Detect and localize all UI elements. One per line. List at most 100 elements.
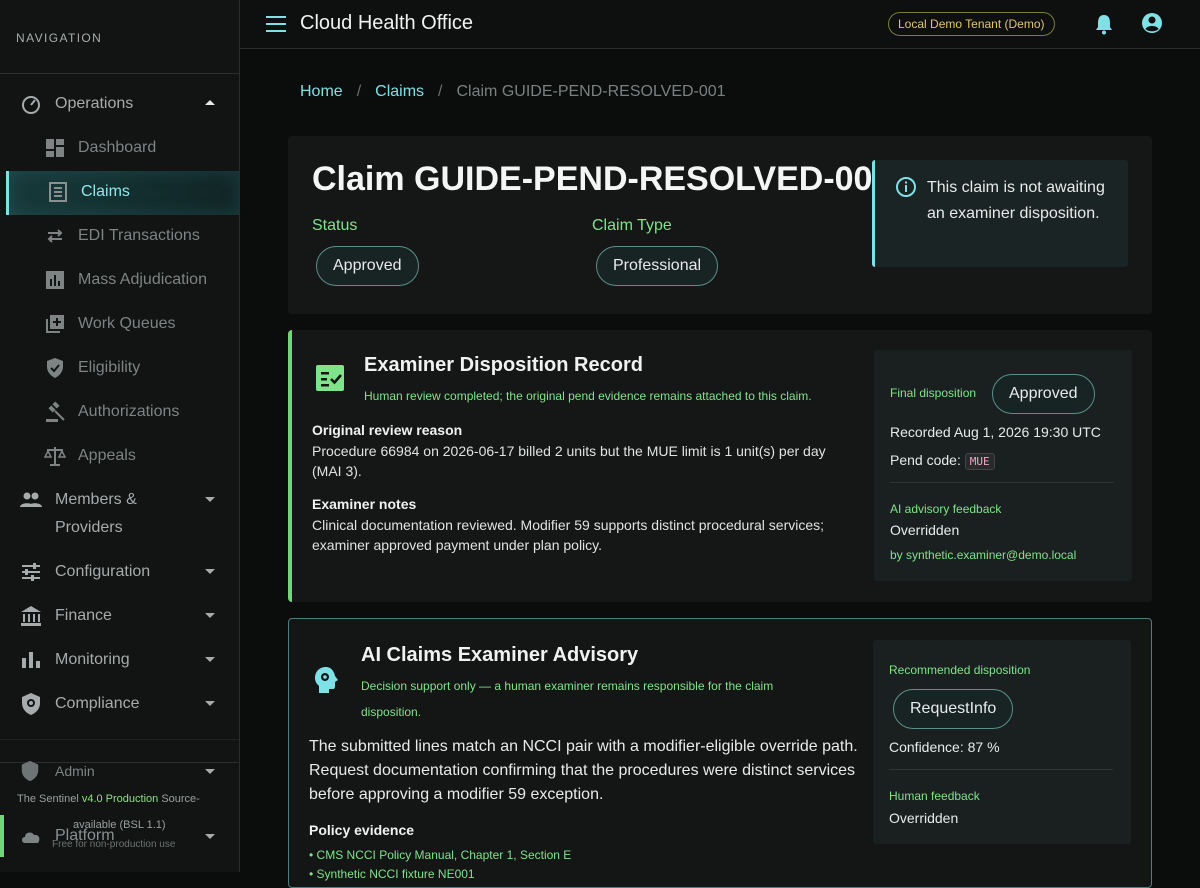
breadcrumb-separator: / [438, 83, 443, 100]
recorded-time: Recorded Aug 1, 2026 19:30 UTC [890, 424, 1101, 440]
notes-label: Examiner notes [312, 496, 417, 512]
sidebar-item-label: EDI Transactions [78, 227, 200, 244]
divider [0, 739, 239, 740]
cloud-icon [22, 832, 40, 843]
status-label: Status [312, 217, 358, 234]
human-feedback-value: Overridden [889, 810, 959, 826]
examiner-disposition-card: Examiner Disposition Record Human review… [288, 330, 1152, 602]
admin-shield-icon [21, 760, 39, 782]
sidebar-item-edi[interactable]: EDI Transactions [6, 215, 239, 259]
claim-header-card: Claim GUIDE-PEND-RESOLVED-001 Status App… [288, 136, 1152, 314]
sidebar: NAVIGATION Operations Dashboard Claims E… [0, 0, 240, 872]
sidebar-item-label: Eligibility [78, 359, 141, 376]
nav-group-label: Admin [55, 763, 95, 779]
top-app-bar: Cloud Health Office Local Demo Tenant (D… [240, 0, 1200, 49]
queue-add-icon [46, 315, 64, 333]
bar-chart-icon [46, 271, 64, 289]
chevron-up-icon [205, 100, 215, 105]
shield-search-icon [22, 693, 40, 715]
sidebar-item-appeals[interactable]: Appeals [6, 435, 239, 479]
menu-icon[interactable] [266, 16, 286, 32]
account-icon[interactable] [1141, 12, 1163, 34]
reason-text: Procedure 66984 on 2026-06-17 billed 2 u… [312, 443, 826, 479]
chevron-down-icon [205, 569, 215, 574]
recommended-label: Recommended disposition [889, 663, 1031, 677]
section-title: Examiner Disposition Record [364, 354, 643, 376]
breadcrumb-separator: / [356, 83, 362, 100]
nav-title: NAVIGATION [16, 31, 103, 45]
nav-group-label: Monitoring [55, 651, 130, 668]
chevron-down-icon [205, 497, 215, 502]
recommendation-panel: Recommended disposition RequestInfo Conf… [873, 640, 1131, 844]
policy-evidence-item[interactable]: • CMS NCCI Policy Manual, Chapter 1, Sec… [309, 847, 571, 863]
version-prefix: The Sentinel [17, 793, 82, 805]
nav-group-operations[interactable]: Operations [0, 90, 239, 120]
nav-group-compliance[interactable]: Compliance [0, 690, 239, 720]
sidebar-item-work-queues[interactable]: Work Queues [6, 303, 239, 347]
tenant-badge[interactable]: Local Demo Tenant (Demo) [888, 12, 1055, 36]
nav-group-label: Operations [55, 95, 134, 112]
recommended-chip: RequestInfo [893, 689, 1014, 729]
disposition-summary-panel: Final disposition Approved Recorded Aug … [874, 350, 1132, 581]
sidebar-item-eligibility[interactable]: Eligibility [6, 347, 239, 391]
reason-label: Original review reason [312, 422, 463, 438]
breadcrumb-claims[interactable]: Claims [375, 83, 424, 101]
swap-icon [47, 229, 63, 243]
chevron-down-icon [205, 701, 215, 706]
nav-group-monitoring[interactable]: Monitoring [0, 646, 239, 676]
section-title: AI Claims Examiner Advisory [361, 644, 639, 666]
sidebar-item-label: Authorizations [78, 403, 180, 420]
bars-icon [22, 652, 40, 668]
chevron-down-icon [205, 769, 215, 774]
pend-code-badge: MUE [964, 452, 995, 470]
policy-evidence-item[interactable]: • Synthetic NCCI fixture NE001 [309, 866, 475, 882]
ai-feedback-value: Overridden [890, 522, 960, 538]
bell-icon[interactable] [1094, 13, 1114, 35]
status-chip: Approved [316, 246, 419, 286]
nav-group-label: Compliance [55, 695, 140, 712]
pend-code-label: Pend code: [890, 452, 961, 468]
info-alert: This claim is not awaiting an examiner d… [872, 160, 1128, 267]
people-icon [20, 492, 42, 507]
sidebar-item-dashboard[interactable]: Dashboard [6, 127, 239, 171]
nav-group-admin[interactable]: Admin [0, 760, 239, 788]
sidebar-item-label: Appeals [78, 447, 136, 464]
shield-check-icon [47, 358, 63, 378]
divider [890, 482, 1114, 483]
nav-group-label-2: Providers [55, 519, 123, 536]
nav-group-label: Configuration [55, 563, 151, 580]
checklist-icon [316, 365, 344, 391]
sidebar-item-claims[interactable]: Claims [6, 171, 239, 215]
breadcrumb-current: Claim GUIDE-PEND-RESOLVED-001 [456, 83, 726, 100]
gavel-icon [46, 401, 65, 422]
notes-text: Clinical documentation reviewed. Modifie… [312, 517, 825, 553]
nav-group-finance[interactable]: Finance [0, 602, 239, 632]
sidebar-item-authorizations[interactable]: Authorizations [6, 391, 239, 435]
scale-icon [44, 447, 66, 466]
chevron-down-icon [205, 657, 215, 662]
ai-advisory-card: AI Claims Examiner Advisory Decision sup… [288, 618, 1152, 888]
nav-divider [0, 73, 239, 74]
nav-group-members-providers[interactable]: Members & Providers [0, 486, 239, 542]
nav-group-label: Members & [55, 491, 137, 508]
dashboard-icon [46, 139, 64, 157]
nav-group-label: Finance [55, 607, 112, 624]
version-suffix: Source- [158, 793, 200, 805]
list-icon [49, 182, 67, 202]
claim-type-chip: Professional [596, 246, 719, 286]
sidebar-item-mass-adjudication[interactable]: Mass Adjudication [6, 259, 239, 303]
human-feedback-label: Human feedback [889, 789, 980, 803]
final-disposition-label: Final disposition [890, 386, 977, 400]
ai-feedback-label: AI advisory feedback [890, 502, 1002, 516]
breadcrumb-home[interactable]: Home [300, 83, 343, 101]
bank-icon [21, 606, 41, 626]
page-title: Claim GUIDE-PEND-RESOLVED-001 [312, 160, 892, 198]
app-title: Cloud Health Office [300, 12, 474, 34]
section-subtitle: Decision support only — a human examiner… [361, 679, 774, 719]
breadcrumb: Home / Claims / Claim GUIDE-PEND-RESOLVE… [300, 83, 726, 101]
sidebar-item-label: Dashboard [78, 139, 157, 156]
nav-group-configuration[interactable]: Configuration [0, 558, 239, 588]
divider [889, 769, 1113, 770]
psychology-icon [315, 667, 338, 693]
speedometer-icon [22, 96, 40, 114]
